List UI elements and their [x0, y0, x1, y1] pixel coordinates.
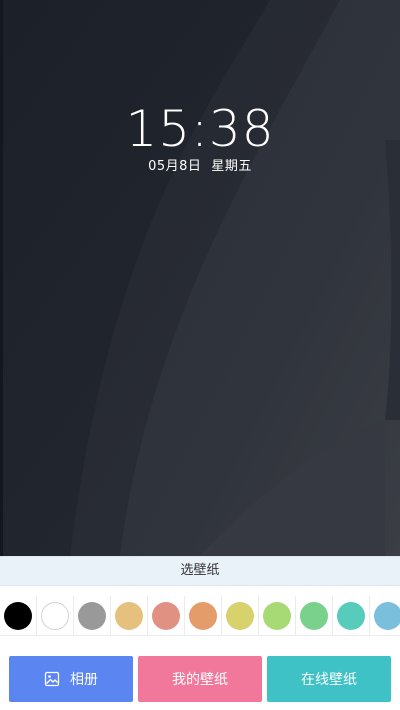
album-button[interactable]: 相册: [9, 656, 133, 702]
album-button-label: 相册: [70, 672, 98, 688]
wallpaper-image: [0, 0, 400, 556]
color-dot-teal: [337, 602, 365, 630]
color-dot-sky-blue: [374, 602, 400, 630]
action-buttons: 相册 我的壁纸 在线壁纸: [0, 656, 400, 702]
color-swatch-row[interactable]: [0, 596, 400, 636]
color-swatch-orange[interactable]: [185, 596, 222, 635]
color-dot-orange: [189, 602, 217, 630]
color-dot-black: [4, 602, 32, 630]
color-dot-light-green: [263, 602, 291, 630]
color-dot-sand: [115, 602, 143, 630]
lockscreen-clock: 15:38: [125, 100, 275, 158]
color-swatch-teal[interactable]: [333, 596, 370, 635]
color-dot-white: [41, 602, 69, 630]
color-dot-salmon: [152, 602, 180, 630]
color-swatch-white[interactable]: [37, 596, 74, 635]
color-swatch-sand[interactable]: [111, 596, 148, 635]
color-dot-olive-yellow: [226, 602, 254, 630]
color-swatch-light-green[interactable]: [259, 596, 296, 635]
color-swatch-salmon[interactable]: [148, 596, 185, 635]
date-weekday: 星期五: [211, 159, 252, 174]
my-wallpapers-label: 我的壁纸: [172, 672, 228, 688]
color-swatch-gray[interactable]: [74, 596, 111, 635]
color-swatch-sky-blue[interactable]: [370, 596, 400, 635]
gallery-icon: [44, 671, 60, 687]
date-day: 05月8日: [148, 159, 202, 174]
lockscreen-date: 05月8日 星期五: [0, 157, 400, 177]
wallpaper-preview: 15:38 05月8日 星期五: [0, 0, 400, 556]
online-wallpapers-button[interactable]: 在线壁纸: [267, 656, 391, 702]
my-wallpapers-button[interactable]: 我的壁纸: [138, 656, 262, 702]
color-swatch-black[interactable]: [0, 596, 37, 635]
color-dot-green: [300, 602, 328, 630]
wallpaper-picker-screen: 15:38 05月8日 星期五 选壁纸 相册 我的壁纸 在线壁纸: [0, 0, 400, 710]
color-dot-gray: [78, 602, 106, 630]
picker-title: 选壁纸: [0, 556, 400, 586]
online-wallpapers-label: 在线壁纸: [301, 672, 357, 688]
color-swatch-green[interactable]: [296, 596, 333, 635]
color-swatch-olive-yellow[interactable]: [222, 596, 259, 635]
